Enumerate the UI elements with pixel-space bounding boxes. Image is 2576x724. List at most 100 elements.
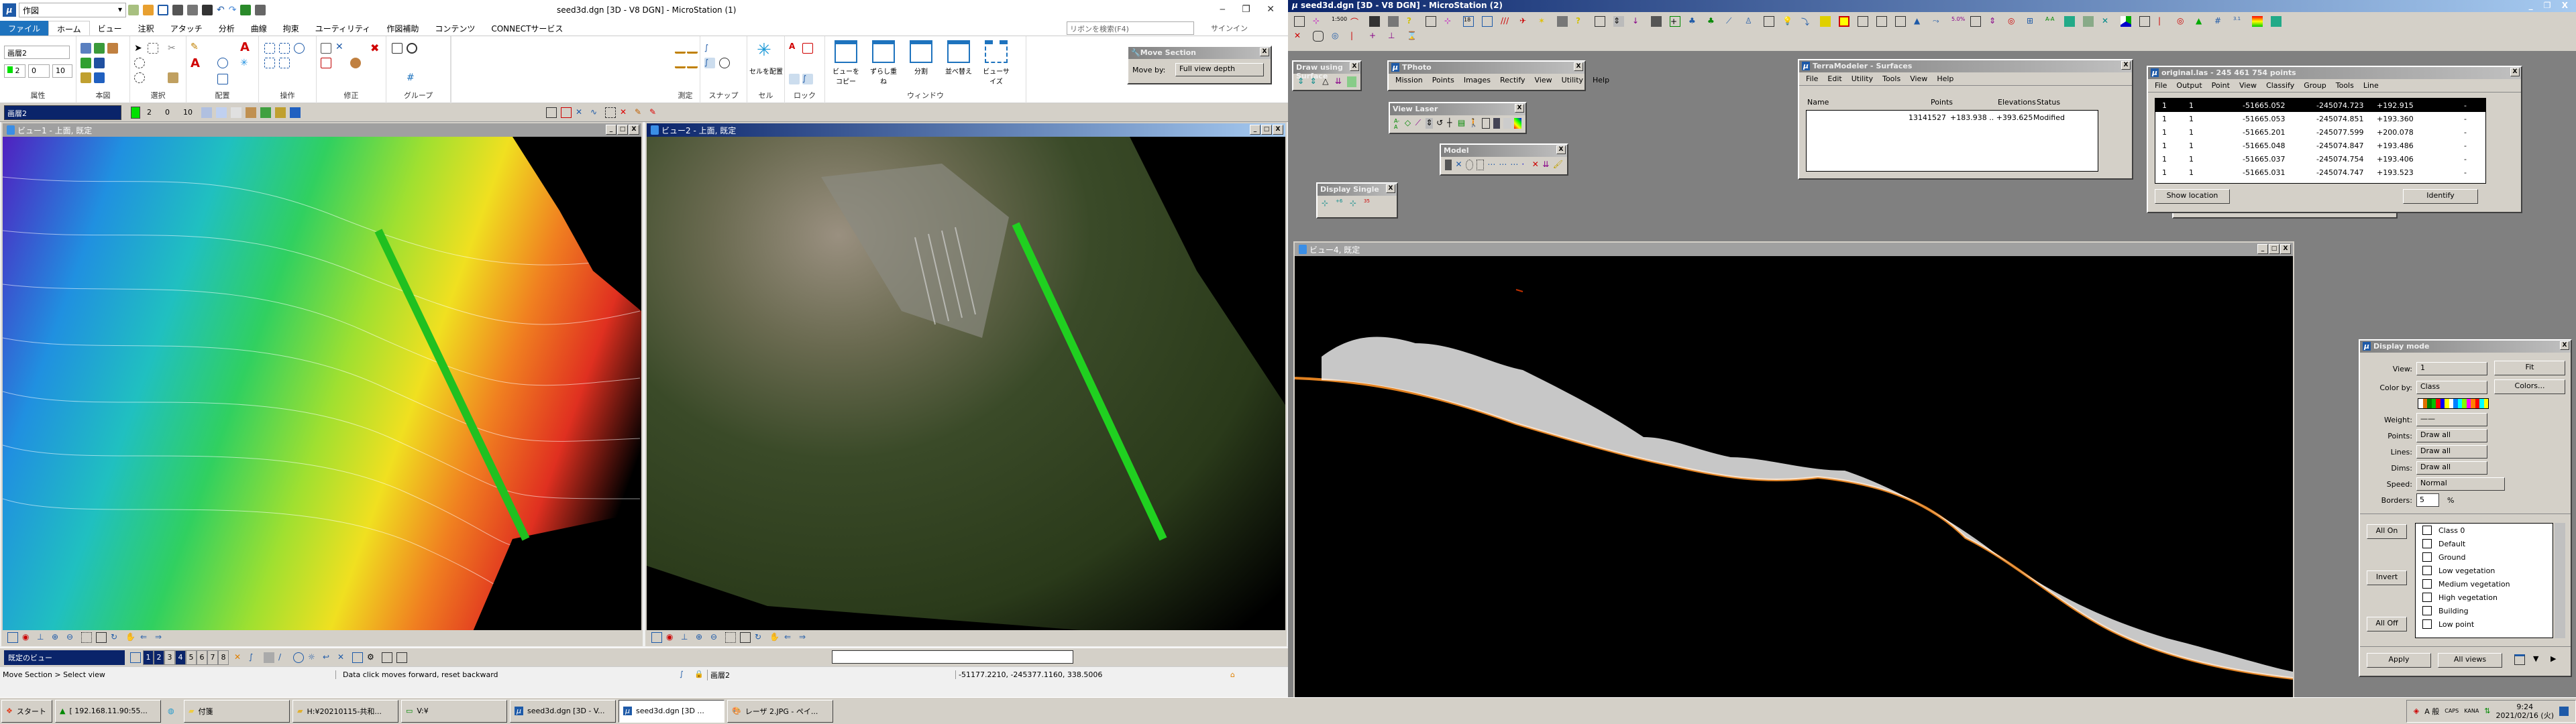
signin-link[interactable]: サインイン: [1211, 23, 1248, 34]
tower-icon[interactable]: ♙: [1745, 16, 1756, 27]
aerial-image-canvas[interactable]: [647, 137, 1285, 630]
fill-icon[interactable]: [2271, 16, 2282, 27]
color-wheel-icon[interactable]: [2121, 16, 2131, 27]
snap-keypoint-icon[interactable]: ∫: [249, 652, 260, 663]
delete-partial-icon[interactable]: [321, 58, 331, 68]
select-arrow-icon[interactable]: ➤: [134, 43, 145, 54]
menu-tools[interactable]: Tools: [2336, 81, 2354, 90]
snap-nearest-icon[interactable]: /: [278, 652, 289, 663]
snap-icon[interactable]: [94, 72, 105, 83]
level-select[interactable]: 画層2: [4, 46, 70, 59]
pan-view-icon[interactable]: ✋: [769, 632, 780, 643]
class-list[interactable]: Class 0 Default Ground Low vegetation Medium…: [2415, 523, 2553, 638]
borders-input[interactable]: 5: [2416, 493, 2439, 507]
close-icon[interactable]: X: [2560, 341, 2569, 350]
plane-icon[interactable]: ◇: [1405, 118, 1412, 129]
class-item[interactable]: Default: [2416, 537, 2553, 550]
display-style-icon[interactable]: ◉: [22, 632, 33, 643]
menu-rectify[interactable]: Rectify: [1500, 76, 1525, 84]
class-item[interactable]: High vegetation: [2416, 591, 2553, 604]
network-icon[interactable]: ⇅: [2484, 707, 2490, 715]
elevation-labels-icon[interactable]: 3.1: [2233, 16, 2244, 27]
smartline-icon[interactable]: [546, 107, 557, 118]
section-icon[interactable]: ⌒: [1350, 16, 1361, 27]
delete-points-icon[interactable]: ✕: [1532, 160, 1539, 170]
tab-home[interactable]: ホーム: [48, 21, 90, 36]
home-icon[interactable]: ⌂: [1230, 670, 1235, 679]
tool-settings-icon[interactable]: [1595, 16, 1605, 27]
target-icon[interactable]: ◎: [1332, 31, 1342, 42]
surface-row[interactable]: 13141527 +183.938 .. +393.625 Modified: [1807, 111, 2098, 124]
identify-button[interactable]: Identify: [2403, 189, 2478, 204]
close-icon[interactable]: X: [2121, 61, 2131, 70]
tool-settings-icon[interactable]: [1294, 16, 1305, 27]
points-select[interactable]: Draw all: [2416, 429, 2487, 442]
snap-active-icon[interactable]: [264, 652, 274, 663]
mirror-icon[interactable]: [279, 58, 290, 68]
above-line-icon[interactable]: ⋯: [1487, 160, 1495, 170]
points-list[interactable]: 1 1 -51665.052 -245074.723 +192.915 - 1 1 -51665…: [2155, 98, 2486, 184]
ribbon-search-input[interactable]: リボンを検索(F4): [1067, 21, 1194, 35]
fence-icon[interactable]: [148, 43, 158, 54]
class-item[interactable]: Class 0: [2416, 524, 2553, 537]
undo-icon[interactable]: ↶: [217, 5, 225, 15]
compress-icon[interactable]: [187, 5, 198, 15]
move-icon[interactable]: [279, 43, 290, 54]
rotate-view-icon[interactable]: ↻: [755, 632, 765, 643]
slope-icon[interactable]: ⤳: [1933, 16, 1943, 27]
save-icon[interactable]: [172, 5, 183, 15]
level-display-icon[interactable]: [107, 43, 118, 54]
select-circle-icon[interactable]: [134, 58, 145, 68]
update-view-icon[interactable]: ⊥: [681, 632, 692, 643]
surfaces-list[interactable]: 13141527 +183.938 .. +393.625 Modified: [1806, 110, 2098, 172]
menu-edit[interactable]: Edit: [1827, 74, 1841, 83]
invert-button[interactable]: Invert: [2367, 570, 2407, 585]
close-icon[interactable]: X: [629, 125, 639, 135]
wire-icon[interactable]: ⟋: [1726, 16, 1737, 27]
display-mode-icon[interactable]: [1514, 118, 1522, 129]
class-checkbox[interactable]: [2422, 552, 2432, 562]
cut-icon[interactable]: ✂: [168, 43, 178, 54]
drape-icon[interactable]: ⇊: [1335, 76, 1344, 87]
close-icon[interactable]: X: [1350, 62, 1359, 71]
intersection-icon[interactable]: ✕: [2102, 16, 2112, 27]
menu-line[interactable]: Line: [2363, 81, 2379, 90]
maximize-icon[interactable]: □: [617, 125, 628, 135]
fit-view-icon[interactable]: [740, 632, 751, 643]
next-view-icon[interactable]: ⇒: [799, 632, 810, 643]
grid-icon[interactable]: #: [2214, 16, 2225, 27]
sync-icon[interactable]: [1482, 118, 1490, 129]
view-2-titlebar[interactable]: ビュー2 - 上面, 既定 _ □ X: [647, 123, 1285, 137]
maximize-icon[interactable]: □: [2269, 244, 2279, 254]
walk-icon[interactable]: 🚶: [1468, 118, 1479, 129]
toolbar-color[interactable]: 2: [147, 108, 152, 117]
window-area-icon[interactable]: [81, 632, 92, 643]
book-icon[interactable]: [1557, 16, 1568, 27]
volume-icon[interactable]: [2083, 16, 2094, 27]
menu-file[interactable]: File: [2155, 81, 2167, 90]
trim-icon[interactable]: ✕: [576, 107, 586, 118]
menu-tools[interactable]: Tools: [1882, 74, 1900, 83]
helicopter-icon[interactable]: ✈: [1519, 16, 1530, 27]
break-icon[interactable]: [1970, 16, 1981, 27]
keyin-field[interactable]: [832, 650, 1073, 664]
color-swatch[interactable]: [131, 106, 140, 119]
color-scale-icon[interactable]: [2252, 16, 2263, 27]
classify-point-icon[interactable]: ✕: [1455, 160, 1462, 170]
b-section-icon[interactable]: ┼: [1447, 118, 1454, 129]
paint-icon[interactable]: [1820, 16, 1831, 27]
coordinate-icon[interactable]: ⊹: [1444, 16, 1455, 27]
array-icon[interactable]: [294, 43, 305, 54]
all-views-button[interactable]: All views: [2438, 653, 2502, 668]
task-sticky-notes[interactable]: ▰ 付箋: [184, 699, 290, 723]
book-icon[interactable]: [1388, 16, 1399, 27]
percent-icon[interactable]: 5.0%: [1951, 16, 1965, 27]
level-manager-icon[interactable]: [94, 43, 105, 54]
move-by-select[interactable]: Full view depth: [1175, 63, 1264, 76]
maximize-icon[interactable]: □: [1261, 125, 1272, 135]
task-vnc[interactable]: ▲[ 192.168.11.90:55...: [55, 699, 161, 723]
lock-icon[interactable]: 🔒: [694, 670, 705, 680]
pan-view-icon[interactable]: ✋: [125, 632, 136, 643]
place-cell-icon[interactable]: ✳: [757, 40, 771, 60]
menu-utility[interactable]: Utility: [1851, 74, 1873, 83]
